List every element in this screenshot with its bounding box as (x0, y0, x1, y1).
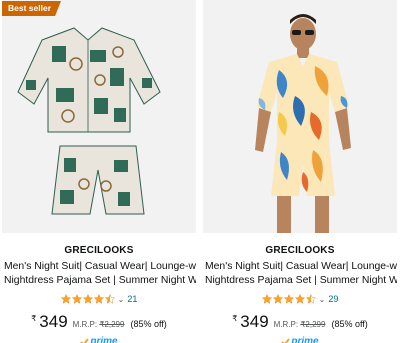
product-title-line[interactable]: Nightdress Pajama Set | Summer Night Wea… (205, 274, 397, 288)
mrp-value: ₹2,299 (99, 320, 125, 329)
star-icon (272, 294, 283, 304)
star-half-icon (104, 294, 115, 304)
star-icon (93, 294, 104, 304)
product-card[interactable]: GRECILOOKS Men's Night Suit| Casual Wear… (203, 0, 397, 343)
mrp: M.R.P: ₹2,299 (274, 320, 326, 329)
brand-name: GRECILOOKS (265, 245, 335, 256)
star-icon (294, 294, 305, 304)
mrp: M.R.P: ₹2,299 (73, 320, 125, 329)
price: 349 (39, 312, 68, 331)
best-seller-badge: Best seller (2, 1, 61, 16)
product-title[interactable]: Men's Night Suit| Casual Wear| Lounge-we… (203, 260, 397, 288)
product-title[interactable]: Men's Night Suit| Casual Wear| Lounge-we… (2, 260, 196, 288)
price: 349 (240, 312, 269, 331)
chevron-down-icon[interactable]: ⌄ (118, 295, 125, 304)
product-info: GRECILOOKS Men's Night Suit| Casual Wear… (2, 245, 196, 343)
star-rating[interactable] (261, 294, 316, 304)
star-rating[interactable] (60, 294, 115, 304)
price-row: ₹ 349 M.R.P: ₹2,299 (85% off) (203, 312, 397, 332)
star-icon (82, 294, 93, 304)
review-count[interactable]: 29 (328, 294, 338, 304)
mrp-label: M.R.P: (273, 320, 299, 329)
product-title-line[interactable]: Men's Night Suit| Casual Wear| Lounge-we… (4, 260, 196, 274)
currency-symbol: ₹ (232, 314, 238, 323)
star-icon (261, 294, 272, 304)
currency-symbol: ₹ (31, 314, 37, 323)
mrp-value: ₹2,299 (300, 320, 326, 329)
prime-badge: prime (2, 336, 196, 343)
mrp-label: M.R.P: (72, 320, 98, 329)
rating-row[interactable]: ⌄ 21 (2, 293, 196, 305)
star-icon (60, 294, 71, 304)
product-image[interactable]: Best seller (2, 0, 196, 233)
prime-check-icon (281, 337, 291, 343)
prime-label: prime (90, 336, 118, 343)
price-row: ₹ 349 M.R.P: ₹2,299 (85% off) (2, 312, 196, 332)
product-card[interactable]: Best seller GRECILOOKS Men's Night Suit|… (2, 0, 196, 343)
product-image[interactable] (203, 0, 397, 233)
discount: (85% off) (331, 319, 368, 329)
star-half-icon (305, 294, 316, 304)
brand-name: GRECILOOKS (64, 245, 134, 256)
star-icon (283, 294, 294, 304)
prime-badge: prime (203, 336, 397, 343)
star-icon (71, 294, 82, 304)
product-info: GRECILOOKS Men's Night Suit| Casual Wear… (203, 245, 397, 343)
prime-check-icon (80, 337, 90, 343)
product-title-line[interactable]: Men's Night Suit| Casual Wear| Lounge-we… (205, 260, 397, 274)
chevron-down-icon[interactable]: ⌄ (319, 295, 326, 304)
review-count[interactable]: 21 (127, 294, 137, 304)
product-title-line[interactable]: Nightdress Pajama Set | Summer Night Wea… (4, 274, 196, 288)
rating-row[interactable]: ⌄ 29 (203, 293, 397, 305)
discount: (85% off) (130, 319, 167, 329)
prime-label: prime (291, 336, 319, 343)
